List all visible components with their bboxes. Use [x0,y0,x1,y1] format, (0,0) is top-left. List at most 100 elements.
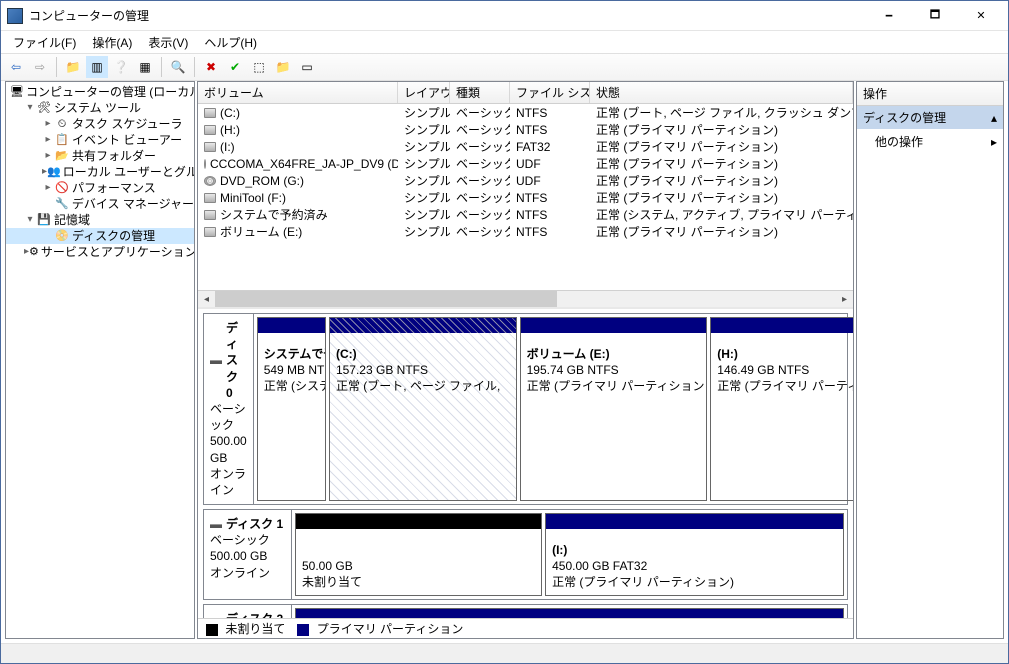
volume-name: (I:) [220,140,235,154]
maximize-button[interactable]: 🗖 [912,2,958,30]
titlebar: コンピューターの管理 🗕 🗖 ✕ [1,1,1008,31]
computer-icon: 🖥 [10,84,24,100]
scroll-right-button[interactable]: ▸ [836,291,853,308]
chevron-right-icon[interactable]: ▸ [42,116,54,132]
partition-status: 正常 (システ [264,379,326,393]
partition[interactable]: ボリューム (E:)195.74 GB NTFS正常 (プライマリ パーティショ… [520,317,708,501]
delete-icon[interactable]: ✖ [200,56,222,78]
volume-status: 正常 (プライマリ パーティション) [590,138,853,155]
disk-label[interactable]: ▬ ディスク 0ベーシック500.00 GBオンライン [204,314,254,504]
volume-layout: シンプル [398,138,450,155]
panes-icon[interactable]: ▥ [86,56,108,78]
tree-storage[interactable]: ▾ 💾 記憶域 [6,212,194,228]
volume-layout: シンプル [398,189,450,206]
scroll-thumb[interactable] [215,291,557,308]
toolbar-separator [161,57,162,77]
tree-services-apps[interactable]: ▸ ⚙ サービスとアプリケーション [6,244,194,260]
disk-row[interactable]: ▬ ディスク 0ベーシック500.00 GBオンラインシステムで予549 MB … [203,313,848,505]
disk-row[interactable]: ▬ ディスク 2ベーシック500.00 GBオンラインMiniTool (F:)… [203,604,848,618]
col-layout[interactable]: レイアウト [398,82,450,103]
chevron-down-icon[interactable]: ▾ [24,212,36,228]
volume-status: 正常 (プライマリ パーティション) [590,121,853,138]
volume-row[interactable]: (C:)シンプルベーシックNTFS正常 (ブート, ページ ファイル, クラッシ… [198,104,853,121]
partition-title: (H:) [717,347,738,361]
tree-performance[interactable]: ▸ 🚫 パフォーマンス [6,180,194,196]
tree-root[interactable]: 🖥 コンピューターの管理 (ローカル) [6,84,194,100]
volume-filesystem: UDF [510,157,590,171]
legend-swatch-unalloc [206,624,218,636]
chevron-down-icon[interactable]: ▾ [24,100,36,116]
actions-other-operations[interactable]: 他の操作 ▸ [857,129,1003,154]
new-icon[interactable]: ⬚ [248,56,270,78]
options-icon[interactable]: 📁 [272,56,294,78]
volume-list[interactable]: ボリューム レイアウト 種類 ファイル システム 状態 (C:)シンプルベーシッ… [198,82,853,307]
partition[interactable]: 50.00 GB未割り当て [295,513,542,596]
volume-row[interactable]: ボリューム (E:)シンプルベーシックNTFS正常 (プライマリ パーティション… [198,223,853,240]
tree-device-manager[interactable]: ▸ 🔧 デバイス マネージャー [6,196,194,212]
tree-task-scheduler[interactable]: ▸ ⏲ タスク スケジューラ [6,116,194,132]
list-icon[interactable]: ▭ [296,56,318,78]
partition[interactable]: (H:)146.49 GB NTFS正常 (プライマリ パーティション [710,317,853,501]
tree-disk-management[interactable]: ▸ 📀 ディスクの管理 [6,228,194,244]
volume-status: 正常 (プライマリ パーティション) [590,172,853,189]
menu-file[interactable]: ファイル(F) [5,32,84,53]
col-filesystem[interactable]: ファイル システム [510,82,590,103]
volume-row[interactable]: MiniTool (F:)シンプルベーシックNTFS正常 (プライマリ パーティ… [198,189,853,206]
scroll-left-button[interactable]: ◂ [198,291,215,308]
scroll-track[interactable] [215,291,836,308]
volume-status: 正常 (システム, アクティブ, プライマリ パーティション) [590,206,853,223]
col-status[interactable]: 状態 [590,82,853,103]
toolbar-separator [194,57,195,77]
volume-row[interactable]: CCCOMA_X64FRE_JA-JP_DV9 (D:)シンプルベーシックUDF… [198,155,853,172]
partition-status: 未割り当て [302,575,362,589]
volume-name: MiniTool (F:) [220,191,286,205]
partition[interactable]: (C:)157.23 GB NTFS正常 (ブート, ページ ファイル, [329,317,517,501]
tree-event-viewer[interactable]: ▸ 📋 イベント ビューアー [6,132,194,148]
partition[interactable]: (I:)450.00 GB FAT32正常 (プライマリ パーティション) [545,513,844,596]
app-icon [7,8,23,24]
chevron-right-icon[interactable]: ▸ [42,148,54,164]
tree-pane[interactable]: 🖥 コンピューターの管理 (ローカル) ▾ 🛠 システム ツール ▸ ⏲ タスク… [5,81,195,639]
volume-name: CCCOMA_X64FRE_JA-JP_DV9 (D:) [210,157,398,171]
chevron-right-icon[interactable]: ▸ [42,180,54,196]
chevron-right-icon[interactable]: ▸ [42,132,54,148]
disk-row[interactable]: ▬ ディスク 1ベーシック500.00 GBオンライン50.00 GB未割り当て… [203,509,848,600]
apply-icon[interactable]: ✔ [224,56,246,78]
actions-disk-management[interactable]: ディスクの管理 ▴ [857,106,1003,129]
menu-action[interactable]: 操作(A) [84,32,140,53]
volume-row[interactable]: (I:)シンプルベーシックFAT32正常 (プライマリ パーティション) [198,138,853,155]
properties-icon[interactable]: ▦ [134,56,156,78]
partition[interactable]: MiniTool (F:)500.00 GB NTFS正常 (プライマリ パーテ… [295,608,844,618]
horizontal-scrollbar[interactable]: ◂ ▸ [198,290,853,307]
volume-list-body[interactable]: (C:)シンプルベーシックNTFS正常 (ブート, ページ ファイル, クラッシ… [198,104,853,290]
tree-local-users[interactable]: ▸ 👥 ローカル ユーザーとグループ [6,164,194,180]
disk-state: オンライン [210,566,270,580]
legend-swatch-primary [297,624,309,636]
actions-pane: 操作 ディスクの管理 ▴ 他の操作 ▸ [856,81,1004,639]
col-type[interactable]: 種類 [450,82,510,103]
col-volume[interactable]: ボリューム [198,82,398,103]
volume-list-header[interactable]: ボリューム レイアウト 種類 ファイル システム 状態 [198,82,853,104]
folder-icon[interactable]: 📁 [62,56,84,78]
volume-icon [204,142,216,152]
volume-row[interactable]: (H:)シンプルベーシックNTFS正常 (プライマリ パーティション) [198,121,853,138]
menu-help[interactable]: ヘルプ(H) [196,32,265,53]
partition[interactable]: システムで予549 MB NTF正常 (システ [257,317,326,501]
toolbar-separator [56,57,57,77]
disk-label[interactable]: ▬ ディスク 2ベーシック500.00 GBオンライン [204,605,292,618]
disk-graphical-area[interactable]: ▬ ディスク 0ベーシック500.00 GBオンラインシステムで予549 MB … [198,307,853,618]
forward-button[interactable]: ⇨ [29,56,51,78]
tree-shared-folders[interactable]: ▸ 📂 共有フォルダー [6,148,194,164]
find-icon[interactable]: 🔍 [167,56,189,78]
tree-system-tools[interactable]: ▾ 🛠 システム ツール [6,100,194,116]
back-button[interactable]: ⇦ [5,56,27,78]
menu-view[interactable]: 表示(V) [140,32,196,53]
disk-partitions: MiniTool (F:)500.00 GB NTFS正常 (プライマリ パーテ… [292,605,847,618]
minimize-button[interactable]: 🗕 [866,2,912,30]
help-icon[interactable]: ❔ [110,56,132,78]
volume-row[interactable]: DVD_ROM (G:)シンプルベーシックUDF正常 (プライマリ パーティショ… [198,172,853,189]
disk-state: オンライン [210,467,246,497]
disk-label[interactable]: ▬ ディスク 1ベーシック500.00 GBオンライン [204,510,292,599]
volume-row[interactable]: システムで予約済みシンプルベーシックNTFS正常 (システム, アクティブ, プ… [198,206,853,223]
close-button[interactable]: ✕ [958,2,1004,30]
